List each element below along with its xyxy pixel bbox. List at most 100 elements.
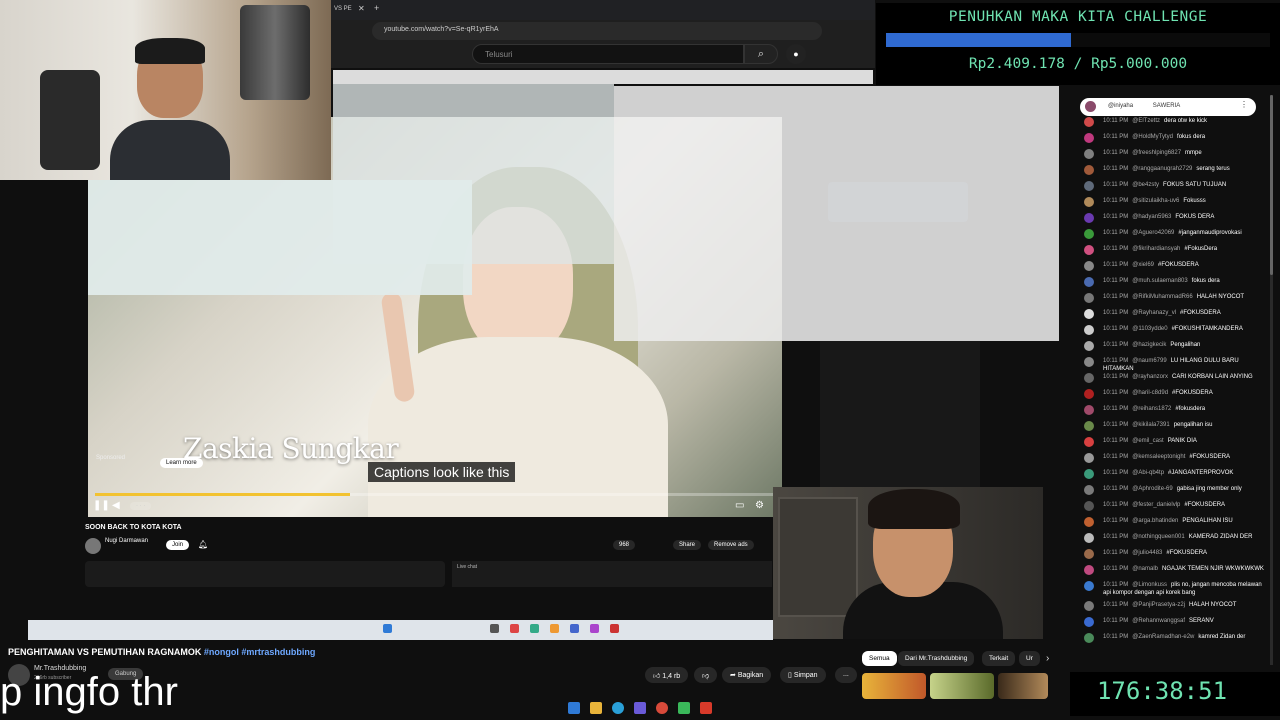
browser-tab-label[interactable]: VS PE	[334, 6, 352, 12]
chat-message[interactable]: 10:11 PM @hazigkecik Pengalihan	[1084, 341, 1269, 351]
search-icon[interactable]: ⌕	[744, 44, 778, 64]
chat-message[interactable]: 10:11 PM @naum6799 LU HILANG DULU BARU HIT…	[1084, 357, 1269, 373]
inner-like-button[interactable]: 968	[613, 540, 636, 550]
recommended-thumbnail[interactable]	[862, 673, 926, 699]
taskbar-app-icon[interactable]	[610, 624, 619, 633]
chat-author[interactable]: @nothingqueen001	[1132, 534, 1184, 540]
chat-message[interactable]: 10:11 PM @kemsaleeptonight #FOKUSDERA	[1084, 453, 1269, 463]
chat-author[interactable]: @emil_cast	[1132, 438, 1163, 444]
chat-message[interactable]: 10:11 PM @1103ydde0 #FOKUSHITAMKANDERA	[1084, 325, 1269, 335]
chat-author[interactable]: @rayhanzorx	[1132, 374, 1168, 380]
taskbar-app-icon[interactable]	[570, 624, 579, 633]
subtitles-icon[interactable]: ▭	[735, 500, 744, 511]
chip-more[interactable]: Ur	[1019, 651, 1040, 666]
chat-message[interactable]: 10:11 PM @rayhanzorx CARI KORBAN LAIN ANYI…	[1084, 373, 1269, 383]
chat-message[interactable]: 10:11 PM @nothingqueen001 KAMERAD ZIDAN DE…	[1084, 533, 1269, 543]
bell-icon[interactable]: 🔔︎	[198, 540, 208, 549]
chat-author[interactable]: @ZaenRamadhan-e2w	[1132, 634, 1194, 640]
chat-author[interactable]: @PanjiPrasetya-z2j	[1132, 602, 1185, 608]
chat-author[interactable]: @RifkiMuhammadR66	[1132, 294, 1192, 300]
chat-author[interactable]: @muh.sulaeman803	[1132, 278, 1187, 284]
more-vert-icon[interactable]: ⋮	[1240, 100, 1248, 109]
chat-message[interactable]: 10:11 PM @ElTzettz dera otw ke kick	[1084, 117, 1269, 127]
chat-author[interactable]: @namalb	[1132, 566, 1158, 572]
chrome-icon[interactable]	[656, 702, 668, 714]
media-player-icon[interactable]	[678, 702, 690, 714]
chat-author[interactable]: @fester_danielvlp	[1132, 502, 1180, 508]
chat-author[interactable]: @xiel69	[1132, 262, 1154, 268]
chat-message[interactable]: 10:11 PM @freeshlping6827 mmpe	[1084, 149, 1269, 159]
chat-author[interactable]: @Rehannwanggsaf	[1132, 618, 1185, 624]
recommended-thumbnail[interactable]	[930, 673, 994, 699]
taskbar-app-icon[interactable]	[490, 624, 499, 633]
chat-message[interactable]: 10:11 PM @Abi-qb4tp #JANGANTERPROVOK	[1084, 469, 1269, 479]
chat-message[interactable]: 10:11 PM @RifkiMuhammadR66 HALAH NYOCOT	[1084, 293, 1269, 303]
chip-related[interactable]: Terkait	[982, 651, 1016, 666]
chat-message[interactable]: 10:11 PM @ranggaanugrah2729 serang terus	[1084, 165, 1269, 175]
inner-join-button[interactable]: Join	[166, 540, 190, 550]
chat-message[interactable]: 10:11 PM @Rehannwanggsaf SERANV	[1084, 617, 1269, 627]
chat-author[interactable]: @HoldMyTytyd	[1132, 134, 1173, 140]
hashtag-link[interactable]: #mrtrashdubbing	[241, 647, 315, 657]
chat-message[interactable]: 10:11 PM @namalb NGAJAK TEMEN NJIR WKWKWKW…	[1084, 565, 1269, 575]
taskbar-app-icon[interactable]	[530, 624, 539, 633]
chat-author[interactable]: @ElTzettz	[1132, 118, 1160, 124]
volume-icon[interactable]: ◀	[112, 500, 120, 511]
chat-message[interactable]: 10:11 PM @PanjiPrasetya-z2j HALAH NYOCOT	[1084, 601, 1269, 611]
chat-author[interactable]: @kemsaleeptonight	[1132, 454, 1185, 460]
like-button[interactable]: 👍︎ 1,4 rb	[645, 667, 689, 683]
chat-author[interactable]: @sitizulaikha-uv6	[1132, 198, 1179, 204]
chat-message[interactable]: 10:11 PM @Aguero42069 #janganmaudiprovokas…	[1084, 229, 1269, 239]
chat-author[interactable]: @hazigkecik	[1132, 342, 1166, 348]
chat-message[interactable]: 10:11 PM @muh.sulaeman803 fokus dera	[1084, 277, 1269, 287]
discord-icon[interactable]	[634, 702, 646, 714]
chat-message[interactable]: 10:11 PM @HoldMyTytyd fokus dera	[1084, 133, 1269, 143]
more-actions-button[interactable]: ...	[835, 667, 857, 683]
save-button[interactable]: ▯ Simpan	[780, 667, 826, 683]
chat-author[interactable]: @reihans1872	[1132, 406, 1171, 412]
inner-share-button[interactable]: Share	[673, 540, 702, 550]
chat-message[interactable]: 10:11 PM @kikilala7391 pengalihan isu	[1084, 421, 1269, 431]
chat-message[interactable]: 10:11 PM @Limonkuss plis no, jangan mencob…	[1084, 581, 1269, 597]
chat-author[interactable]: @Abi-qb4tp	[1132, 470, 1164, 476]
windows-start-icon[interactable]	[383, 624, 392, 633]
chat-message[interactable]: 10:11 PM @Rayhanazy_vl #FOKUSDERA	[1084, 309, 1269, 319]
hashtag-link[interactable]: #nongol	[204, 647, 239, 657]
chat-author[interactable]: @Aphrodite-69	[1132, 486, 1172, 492]
search-input[interactable]: Telusuri	[472, 44, 744, 64]
chat-author[interactable]: @naum6799	[1132, 358, 1166, 364]
chat-author[interactable]: @Rayhanazy_vl	[1132, 310, 1176, 316]
pause-icon[interactable]: ❚❚	[93, 500, 110, 511]
chat-message[interactable]: 10:11 PM @ZaenRamadhan-e2w kamred Zidan de…	[1084, 633, 1269, 643]
chat-message[interactable]: 10:11 PM @emil_cast PANIK DIA	[1084, 437, 1269, 447]
chat-author[interactable]: @haril-c8d9d	[1132, 390, 1168, 396]
chat-author[interactable]: @hadyan5963	[1132, 214, 1171, 220]
taskbar-app-icon[interactable]	[550, 624, 559, 633]
recommended-thumbnail[interactable]	[998, 673, 1048, 699]
address-bar[interactable]: youtube.com/watch?v=Se-qR1yrEhA	[372, 22, 822, 40]
pinned-donation-banner[interactable]: @iniyaha SAWERIA	[1080, 98, 1256, 116]
folder-icon[interactable]	[590, 702, 602, 714]
chat-message[interactable]: 10:11 PM @hadyan5963 FOKUS DERA	[1084, 213, 1269, 223]
chip-from-channel[interactable]: Dari Mr.Trashdubbing	[898, 651, 975, 666]
share-button[interactable]: ➦ Bagikan	[722, 667, 772, 683]
chat-message[interactable]: 10:11 PM @be4zsty FOKUS SATU TUJUAN	[1084, 181, 1269, 191]
chat-message[interactable]: 10:11 PM @Aphrodite-69 gabisa jing member …	[1084, 485, 1269, 495]
close-tab-icon[interactable]: ✕	[358, 4, 365, 13]
new-tab-icon[interactable]: +	[374, 3, 379, 13]
chat-message[interactable]: 10:11 PM @arga.bhatinden PENGALIHAN ISU	[1084, 517, 1269, 527]
chat-message[interactable]: 10:11 PM @reihans1872 #fokusdera	[1084, 405, 1269, 415]
chat-author[interactable]: @ranggaanugrah2729	[1132, 166, 1192, 172]
dislike-button[interactable]: 👎︎	[694, 667, 718, 683]
chat-author[interactable]: @Aguero42069	[1132, 230, 1174, 236]
gear-icon[interactable]: ⚙	[755, 500, 764, 511]
chat-author[interactable]: @arga.bhatinden	[1132, 518, 1178, 524]
chat-author[interactable]: @1103ydde0	[1132, 326, 1167, 332]
windows-start-icon[interactable]	[568, 702, 580, 714]
chat-message[interactable]: 10:11 PM @sitizulaikha-uv6 Fokusss	[1084, 197, 1269, 207]
inner-channel-name[interactable]: Nugi Darmawan	[105, 538, 148, 544]
chat-scrollbar-thumb[interactable]	[1270, 95, 1273, 275]
inner-channel-avatar[interactable]	[85, 538, 101, 554]
chat-message[interactable]: 10:11 PM @julio4483 #FOKUSDERA	[1084, 549, 1269, 559]
taskbar-app-icon[interactable]	[590, 624, 599, 633]
